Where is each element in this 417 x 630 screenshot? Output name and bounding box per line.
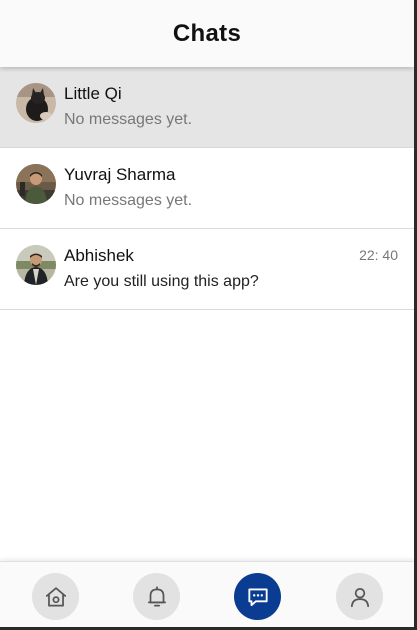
chat-last-message: No messages yet. xyxy=(64,192,193,209)
chat-item-little-qi[interactable]: Little Qi No messages yet. xyxy=(0,67,414,148)
person-photo-avatar xyxy=(16,164,56,204)
chat-last-message: No messages yet. xyxy=(64,111,193,128)
chat-item-abhishek[interactable]: Abhishek Are you still using this app? 2… xyxy=(0,229,414,310)
chat-name: Yuvraj Sharma xyxy=(64,165,176,184)
avatar xyxy=(16,83,56,123)
app-header: Chats xyxy=(0,0,414,67)
bottom-navigation xyxy=(0,561,414,627)
chat-name: Abhishek xyxy=(64,246,134,265)
chat-icon xyxy=(247,587,268,606)
nav-profile-button[interactable] xyxy=(336,573,383,620)
chat-last-message: Are you still using this app? xyxy=(64,273,259,290)
home-icon xyxy=(45,586,66,607)
cat-photo-avatar xyxy=(16,83,56,123)
bell-icon xyxy=(147,585,166,607)
nav-home-button[interactable] xyxy=(32,573,79,620)
nav-notifications-button[interactable] xyxy=(133,573,180,620)
chat-name: Little Qi xyxy=(64,84,122,103)
avatar xyxy=(16,164,56,204)
page-title: Chats xyxy=(172,19,242,47)
chat-list: Little Qi No messages yet. Yuvraj Sharma… xyxy=(0,67,414,310)
user-icon xyxy=(350,587,369,607)
chats-screen: Chats Little Qi No messages yet. Yuvraj … xyxy=(0,0,414,627)
person-photo-avatar xyxy=(16,245,56,285)
chat-item-yuvraj-sharma[interactable]: Yuvraj Sharma No messages yet. xyxy=(0,148,414,229)
nav-chats-button[interactable] xyxy=(234,573,281,620)
avatar xyxy=(16,245,56,285)
chat-time: 22: 40 xyxy=(359,247,398,263)
